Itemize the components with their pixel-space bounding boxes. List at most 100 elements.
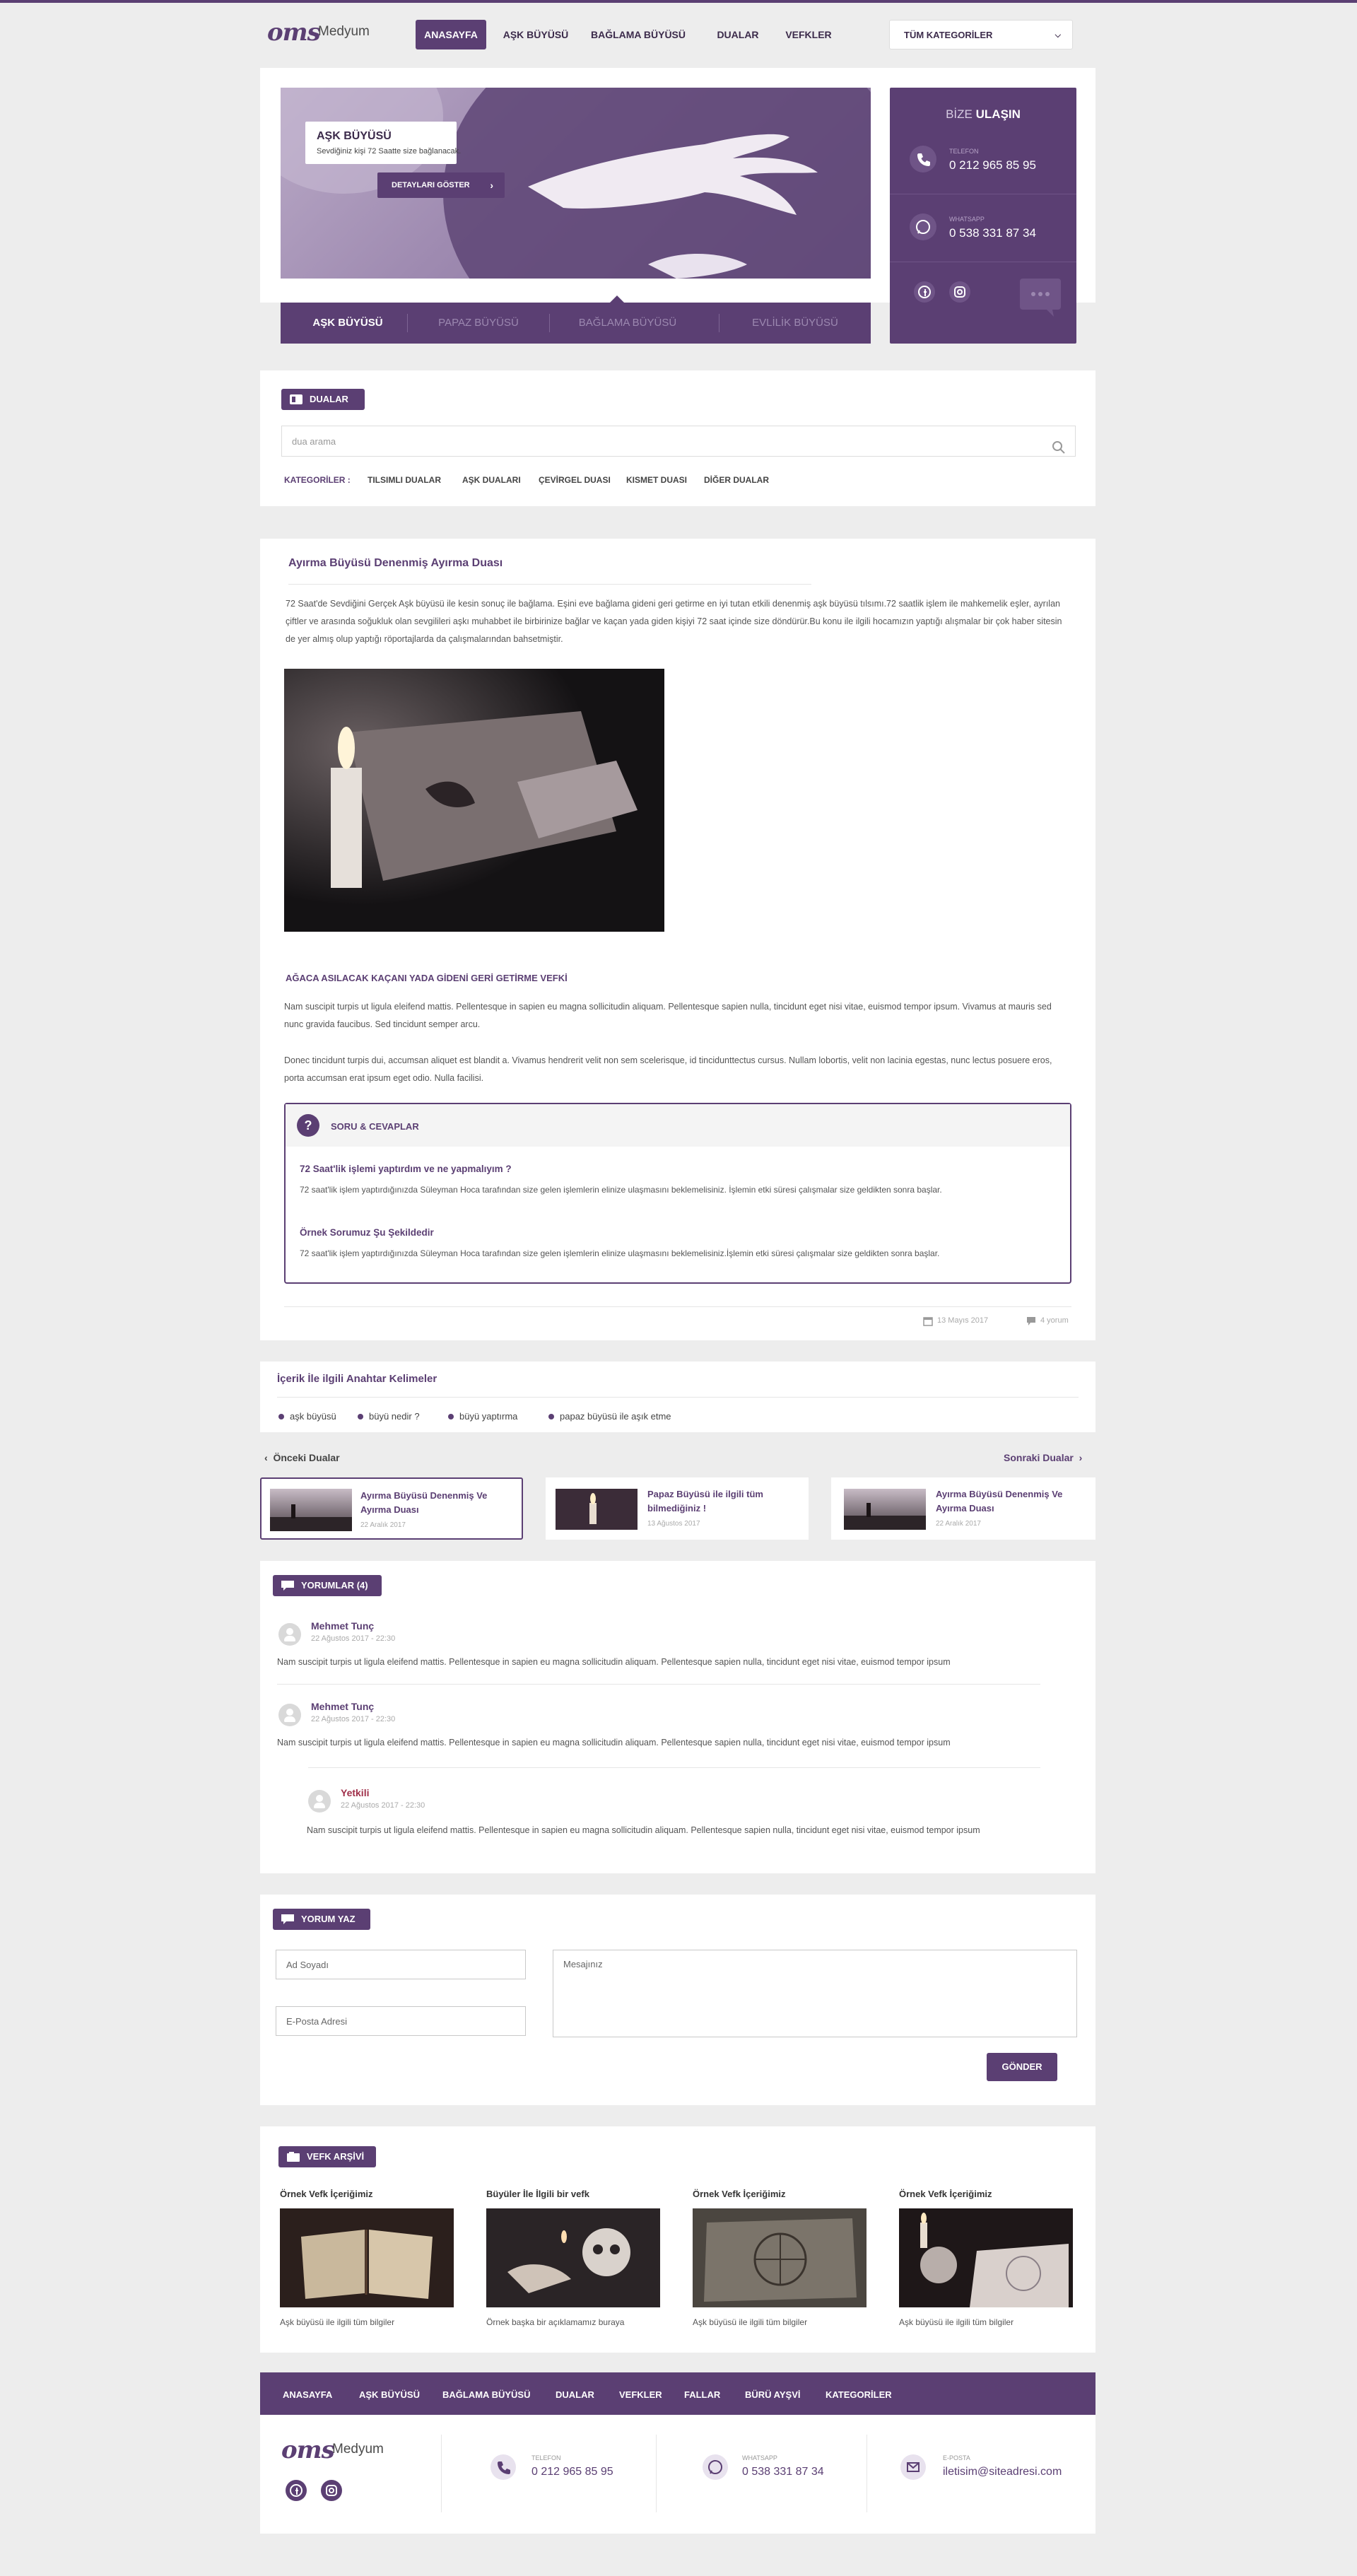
comment-text: Nam suscipit turpis ut ligula eleifend m… bbox=[307, 1825, 980, 1835]
chat-icon[interactable] bbox=[1020, 279, 1061, 317]
dua-category[interactable]: ÇEVİRGEL DUASI bbox=[539, 475, 611, 485]
vefk-image[interactable] bbox=[486, 2208, 660, 2307]
comment-text: Nam suscipit turpis ut ligula eleifend m… bbox=[277, 1738, 951, 1747]
contact-title: BİZE ULAŞIN bbox=[890, 107, 1076, 122]
article-comment-count[interactable]: 4 yorum bbox=[1040, 1316, 1069, 1325]
whatsapp-icon bbox=[703, 2454, 728, 2480]
divider bbox=[284, 1306, 1071, 1307]
footer-nav-item[interactable]: VEFKLER bbox=[619, 2389, 662, 2400]
dua-search-input[interactable]: dua arama bbox=[281, 426, 1076, 457]
search-icon[interactable] bbox=[1052, 435, 1065, 467]
footer-nav-item[interactable]: ANASAYFA bbox=[283, 2389, 332, 2400]
message-field[interactable]: Mesajınız bbox=[553, 1950, 1077, 2037]
qa-question[interactable]: 72 Saat'lik işlemi yaptırdım ve ne yapma… bbox=[300, 1164, 512, 1174]
phone-icon bbox=[490, 2454, 516, 2480]
footer-nav-item[interactable]: AŞK BÜYÜSÜ bbox=[359, 2389, 420, 2400]
article-image bbox=[284, 669, 664, 932]
keywords-panel: İçerik İle ilgili Anahtar Kelimeler aşk … bbox=[260, 1362, 1095, 1432]
footer-nav-item[interactable]: KATEGORİLER bbox=[826, 2389, 892, 2400]
comment-form-tag-label: YORUM YAZ bbox=[301, 1914, 356, 1924]
tab-papaz-buyusu[interactable]: PAPAZ BÜYÜSÜ bbox=[408, 303, 549, 344]
divider bbox=[288, 584, 811, 585]
dua-category[interactable]: DİĞER DUALAR bbox=[704, 475, 769, 485]
instagram-icon[interactable] bbox=[949, 281, 970, 303]
dua-category[interactable]: KISMET DUASI bbox=[626, 475, 687, 485]
contact-whatsapp[interactable]: 0 538 331 87 34 bbox=[949, 226, 1036, 240]
footer-nav-item[interactable]: DUALAR bbox=[556, 2389, 594, 2400]
prev-link[interactable]: ‹ Önceki Dualar bbox=[264, 1452, 340, 1463]
facebook-icon[interactable] bbox=[286, 2480, 307, 2501]
whatsapp-icon bbox=[910, 213, 936, 240]
dua-category[interactable]: TILSIMLI DUALAR bbox=[368, 475, 441, 485]
nav-vefkler[interactable]: VEFKLER bbox=[780, 20, 837, 49]
chevron-down-icon: ⌵ bbox=[1055, 31, 1061, 40]
vefk-title[interactable]: Örnek Vefk İçeriğimiz bbox=[899, 2189, 992, 2199]
keyword-tag[interactable]: aşk büyüsü bbox=[278, 1411, 336, 1422]
comments-panel: YORUMLAR (4) Mehmet Tunç 22 Ağustos 2017… bbox=[260, 1561, 1095, 1873]
hero-details-button[interactable]: DETAYLARI GÖSTER › bbox=[377, 172, 505, 198]
nav-baglama-buyusu[interactable]: BAĞLAMA BÜYÜSÜ bbox=[587, 20, 690, 49]
pager-card[interactable]: Papaz Büyüsü ile ilgili tüm bilmediğiniz… bbox=[546, 1477, 809, 1540]
vefk-title[interactable]: Büyüler İle İlgili bir vefk bbox=[486, 2189, 589, 2199]
dualar-tag-label: DUALAR bbox=[310, 394, 348, 404]
comments-tag: YORUMLAR (4) bbox=[273, 1575, 382, 1596]
footer-whatsapp[interactable]: 0 538 331 87 34 bbox=[742, 2466, 824, 2478]
vefk-tag-label: VEFK ARŞİVİ bbox=[307, 2151, 365, 2162]
footer-nav-item[interactable]: BAĞLAMA BÜYÜSÜ bbox=[442, 2389, 530, 2400]
vefk-panel: VEFK ARŞİVİ Örnek Vefk İçeriğimiz Aşk bü… bbox=[260, 2126, 1095, 2353]
facebook-icon[interactable] bbox=[914, 281, 935, 303]
pager-card-image bbox=[556, 1489, 638, 1530]
keywords-title: İçerik İle ilgili Anahtar Kelimeler bbox=[277, 1373, 437, 1385]
vefk-caption: Örnek başka bir açıklamamız buraya bbox=[486, 2317, 625, 2327]
vefk-tag: VEFK ARŞİVİ bbox=[278, 2146, 376, 2167]
instagram-icon[interactable] bbox=[321, 2480, 342, 2501]
vefk-title[interactable]: Örnek Vefk İçeriğimiz bbox=[280, 2189, 373, 2199]
keyword-tag[interactable]: papaz büyüsü ile aşık etme bbox=[548, 1411, 671, 1422]
footer-whatsapp-label: WHATSAPP bbox=[742, 2454, 777, 2461]
tab-ask-buyusu[interactable]: AŞK BÜYÜSÜ bbox=[281, 303, 415, 344]
hero-tabs: AŞK BÜYÜSÜ PAPAZ BÜYÜSÜ BAĞLAMA BÜYÜSÜ E… bbox=[281, 295, 871, 344]
vefk-image[interactable] bbox=[693, 2208, 867, 2307]
article-intro: 72 Saat'de Sevdiğini Gerçek Aşk büyüsü i… bbox=[286, 599, 1062, 644]
comment-date: 22 Ağustos 2017 - 22:30 bbox=[311, 1634, 396, 1643]
logo-mark: oms bbox=[281, 2436, 335, 2464]
pager-card[interactable]: Ayırma Büyüsü Denenmiş Ve Ayırma Duası 2… bbox=[831, 1477, 1095, 1540]
question-icon: ? bbox=[297, 1114, 319, 1137]
contact-phone[interactable]: 0 212 965 85 95 bbox=[949, 158, 1036, 172]
vefk-image[interactable] bbox=[280, 2208, 454, 2307]
category-select[interactable]: TÜM KATEGORİLER ⌵ bbox=[889, 20, 1073, 49]
dua-category[interactable]: AŞK DUALARI bbox=[462, 475, 521, 485]
comment-author: Mehmet Tunç bbox=[311, 1701, 375, 1712]
pager-card[interactable]: Ayırma Büyüsü Denenmiş Ve Ayırma Duası 2… bbox=[260, 1477, 523, 1540]
keyword-tag[interactable]: büyü yaptırma bbox=[448, 1411, 517, 1422]
keyword-tag[interactable]: büyü nedir ? bbox=[358, 1411, 420, 1422]
name-field[interactable]: Ad Soyadı bbox=[276, 1950, 526, 1979]
footer-nav-item[interactable]: FALLAR bbox=[684, 2389, 720, 2400]
category-select-value: TÜM KATEGORİLER bbox=[904, 30, 993, 40]
nav-dualar[interactable]: DUALAR bbox=[710, 20, 766, 49]
article-paragraph: Nam suscipit turpis ut ligula eleifend m… bbox=[284, 1002, 1052, 1029]
tab-baglama-buyusu[interactable]: BAĞLAMA BÜYÜSÜ bbox=[550, 303, 705, 344]
email-field[interactable]: E-Posta Adresi bbox=[276, 2006, 526, 2036]
next-link[interactable]: Sonraki Dualar › bbox=[1004, 1452, 1082, 1463]
nav-ask-buyusu[interactable]: AŞK BÜYÜSÜ bbox=[500, 20, 571, 49]
qa-question[interactable]: Örnek Sorumuz Şu Şekildedir bbox=[300, 1227, 434, 1238]
vefk-caption: Aşk büyüsü ile ilgili tüm bilgiler bbox=[899, 2317, 1014, 2327]
vefk-image[interactable] bbox=[899, 2208, 1073, 2307]
submit-button[interactable]: GÖNDER bbox=[987, 2053, 1057, 2081]
footer-email[interactable]: iletisim@siteadresi.com bbox=[943, 2466, 1062, 2478]
article-title: Ayırma Büyüsü Denenmiş Ayırma Duası bbox=[288, 557, 503, 569]
dua-search-placeholder: dua arama bbox=[292, 436, 336, 447]
vefk-title[interactable]: Örnek Vefk İçeriğimiz bbox=[693, 2189, 786, 2199]
comment-form-panel: YORUM YAZ Ad Soyadı E-Posta Adresi Mesaj… bbox=[260, 1895, 1095, 2105]
divider bbox=[277, 1684, 1040, 1685]
logo[interactable]: oms Medyum bbox=[267, 18, 370, 47]
nav-home[interactable]: ANASAYFA bbox=[416, 20, 486, 49]
article-paragraph: Donec tincidunt turpis dui, accumsan ali… bbox=[284, 1055, 1052, 1083]
article-panel: Ayırma Büyüsü Denenmiş Ayırma Duası 72 S… bbox=[260, 539, 1095, 1340]
footer-phone[interactable]: 0 212 965 85 95 bbox=[531, 2466, 613, 2478]
comment-icon bbox=[1026, 1316, 1036, 1330]
footer-logo[interactable]: oms Medyum bbox=[281, 2436, 384, 2464]
tab-evlilik-buyusu[interactable]: EVLİLİK BÜYÜSÜ bbox=[719, 303, 871, 344]
footer-nav-item[interactable]: BÜRÜ AYŞVİ bbox=[745, 2389, 801, 2400]
